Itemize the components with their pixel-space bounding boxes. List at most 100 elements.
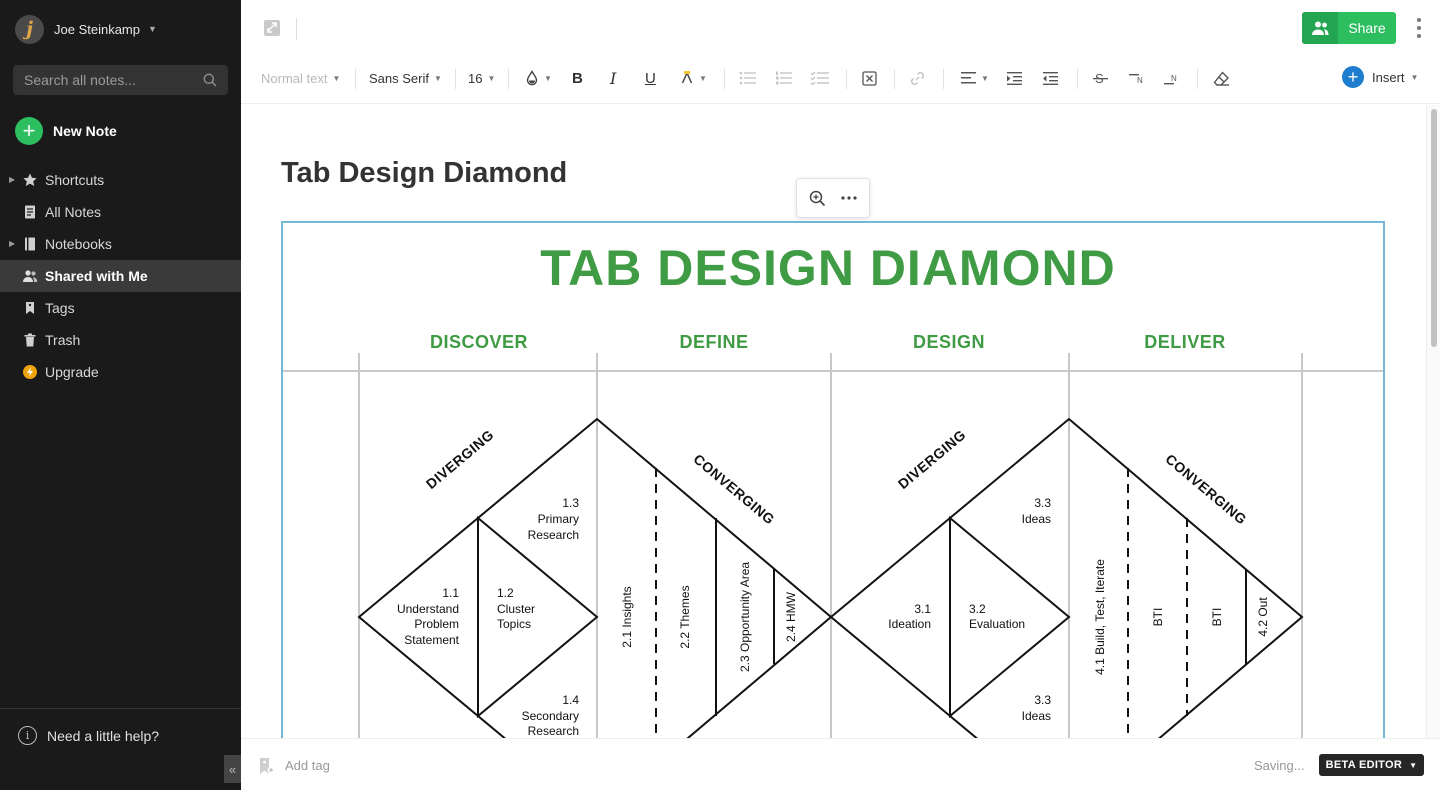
add-tag-icon[interactable] xyxy=(257,757,275,775)
step-label: Evaluation xyxy=(969,617,1025,631)
step-label: BTI xyxy=(1151,608,1165,627)
chevron-down-icon: ▼ xyxy=(699,73,707,83)
sidebar-item-tags[interactable]: Tags xyxy=(0,292,241,324)
embedded-image[interactable]: TAB DESIGN DIAMOND DISCOVER DEFINE DESIG… xyxy=(281,221,1385,738)
sidebar-item-shortcuts[interactable]: ▶ Shortcuts xyxy=(0,164,241,196)
zoom-in-icon[interactable] xyxy=(804,185,830,211)
avatar: j xyxy=(15,14,44,44)
expand-arrow-icon[interactable]: ▶ xyxy=(9,239,15,248)
step-label: 2.1 Insights xyxy=(620,586,634,647)
underline-icon[interactable]: U xyxy=(645,56,656,100)
chevron-down-icon: ▼ xyxy=(148,24,157,34)
save-status: Saving... xyxy=(1254,758,1305,773)
search-placeholder: Search all notes... xyxy=(24,72,137,88)
sidebar-item-label: Notebooks xyxy=(45,236,112,252)
image-toolbar xyxy=(796,178,870,218)
phase-label: DELIVER xyxy=(1144,332,1226,352)
link-icon[interactable] xyxy=(909,56,926,100)
plus-icon: + xyxy=(1342,66,1364,88)
checklist-icon[interactable] xyxy=(810,56,830,100)
insert-table-icon[interactable] xyxy=(862,56,877,100)
user-name: Joe Steinkamp xyxy=(54,21,140,37)
subscript-icon[interactable]: N xyxy=(1164,56,1180,100)
sidebar-nav: ▶ Shortcuts All Notes ▶ Notebooks Shared… xyxy=(0,164,241,388)
chevron-down-icon: ▼ xyxy=(1410,72,1419,82)
collapse-sidebar-button[interactable]: « xyxy=(224,755,241,783)
strikethrough-icon[interactable]: S xyxy=(1093,56,1108,100)
chevron-down-icon: ▼ xyxy=(544,73,552,83)
indent-icon[interactable] xyxy=(1007,56,1022,100)
note-title[interactable]: Tab Design Diamond xyxy=(281,157,567,190)
step-label: Primary xyxy=(538,512,579,526)
note-footer: Add tag Saving... BETA EDITOR ▼ xyxy=(241,738,1440,790)
sidebar-item-notebooks[interactable]: ▶ Notebooks xyxy=(0,228,241,260)
step-label: Research xyxy=(528,724,579,738)
align-button[interactable]: ▼ xyxy=(961,56,989,100)
bold-icon[interactable]: B xyxy=(572,56,583,100)
highlight-button[interactable]: ▼ xyxy=(680,56,707,100)
diverging-label: DIVERGING xyxy=(895,426,969,492)
text-color-button[interactable]: ▼ xyxy=(525,56,552,100)
search-icon xyxy=(203,73,217,87)
step-label: Ideas xyxy=(1022,709,1051,723)
divider xyxy=(1077,69,1078,89)
notes-icon xyxy=(22,204,38,220)
divider xyxy=(1197,69,1198,89)
more-horizontal-icon[interactable] xyxy=(836,185,862,211)
note-header: Share xyxy=(241,0,1440,56)
expand-icon[interactable] xyxy=(263,19,281,37)
step-label: 4.1 Build, Test, Iterate xyxy=(1093,559,1107,675)
beta-editor-button[interactable]: BETA EDITOR ▼ xyxy=(1319,754,1424,776)
bulleted-list-icon[interactable] xyxy=(739,56,757,100)
expand-arrow-icon[interactable]: ▶ xyxy=(9,175,15,184)
divider xyxy=(455,69,456,89)
chevron-down-icon: ▼ xyxy=(981,73,989,83)
share-label: Share xyxy=(1348,20,1386,36)
new-note-button[interactable]: + New Note xyxy=(15,117,117,145)
step-label: Problem xyxy=(414,617,459,631)
insert-button[interactable]: + Insert ▼ xyxy=(1342,66,1418,88)
add-tag-input[interactable]: Add tag xyxy=(285,758,330,773)
chevron-down-icon: ▼ xyxy=(1409,760,1418,770)
divider xyxy=(355,69,356,89)
star-icon xyxy=(22,172,38,188)
step-label: Secondary xyxy=(522,709,579,723)
info-icon: i xyxy=(18,726,37,745)
sidebar-item-upgrade[interactable]: Upgrade xyxy=(0,356,241,388)
eraser-icon[interactable] xyxy=(1213,56,1230,100)
step-label: Cluster xyxy=(497,602,535,616)
outdent-icon[interactable] xyxy=(1043,56,1058,100)
sidebar-item-label: Trash xyxy=(45,332,81,348)
italic-icon[interactable]: I xyxy=(610,56,616,100)
chevron-down-icon: ▼ xyxy=(433,73,442,83)
font-family-dropdown[interactable]: Sans Serif ▼ xyxy=(369,56,442,100)
divider xyxy=(724,69,725,89)
note-editor[interactable]: Tab Design Diamond TAB DESIGN DIAMOND DI… xyxy=(241,105,1425,738)
search-input[interactable]: Search all notes... xyxy=(13,65,228,95)
upgrade-icon xyxy=(22,364,38,380)
step-label: 1.4 xyxy=(562,693,579,707)
chevron-down-icon: ▼ xyxy=(487,73,496,83)
numbered-list-icon[interactable] xyxy=(775,56,793,100)
font-size-dropdown[interactable]: 16 ▼ xyxy=(468,56,495,100)
svg-text:N: N xyxy=(1171,74,1177,83)
sidebar-item-shared-with-me[interactable]: Shared with Me xyxy=(0,260,241,292)
chevron-down-icon: ▼ xyxy=(332,73,341,83)
paragraph-style-dropdown[interactable]: Normal text ▼ xyxy=(261,56,340,100)
sidebar-item-label: Upgrade xyxy=(45,364,99,380)
account-menu[interactable]: j Joe Steinkamp ▼ xyxy=(15,14,157,44)
share-users-icon xyxy=(1302,12,1338,44)
sidebar-item-all-notes[interactable]: All Notes xyxy=(0,196,241,228)
scroll-thumb[interactable] xyxy=(1431,109,1437,347)
plus-icon: + xyxy=(15,117,43,145)
help-link[interactable]: i Need a little help? xyxy=(18,726,159,745)
converging-label: CONVERGING xyxy=(691,451,778,528)
more-options-icon[interactable] xyxy=(1411,16,1427,40)
editor-scrollbar[interactable] xyxy=(1426,105,1440,738)
trash-icon xyxy=(22,332,38,348)
divider xyxy=(943,69,944,89)
share-button[interactable]: Share xyxy=(1302,12,1396,44)
superscript-icon[interactable]: N xyxy=(1129,56,1145,100)
step-label: 1.2 xyxy=(497,586,514,600)
sidebar-item-trash[interactable]: Trash xyxy=(0,324,241,356)
